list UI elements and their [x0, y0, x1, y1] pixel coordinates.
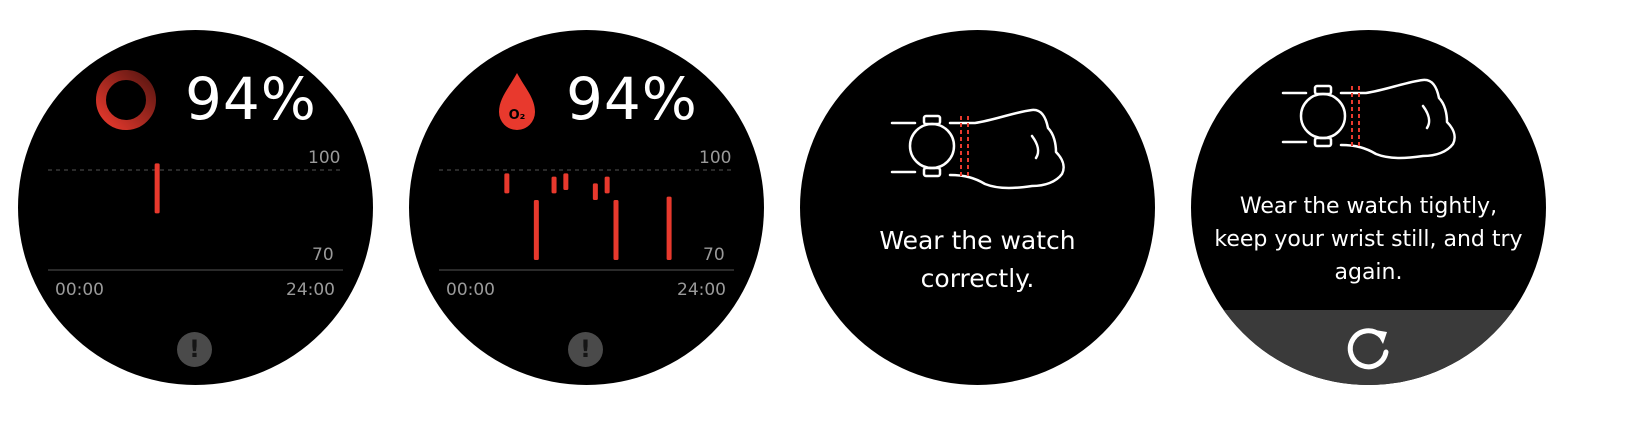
time-start-label: 00:00: [55, 280, 104, 300]
instruction-message: Wear the watch correctly.: [879, 226, 1076, 293]
refresh-icon: [1347, 328, 1389, 370]
retry-button[interactable]: [1191, 310, 1546, 385]
o2-label: O₂: [509, 108, 526, 123]
spo2-bar: [551, 176, 557, 194]
spo2-bar: [613, 200, 619, 260]
spo2-value: 94%: [566, 65, 698, 133]
retry-screen: Wear the watch tightly, keep your wrist …: [1191, 30, 1546, 385]
wear-instruction-screen: Wear the watch correctly.: [800, 30, 1155, 385]
info-button[interactable]: !: [177, 332, 212, 367]
retry-message: Wear the watch tightly, keep your wrist …: [1214, 194, 1523, 285]
time-end-label: 24:00: [677, 280, 726, 300]
axis-max-label: 100: [308, 148, 341, 168]
info-button[interactable]: !: [568, 332, 603, 367]
spo2-result-screen: 94% 100 70 00:00 24:00 !: [18, 30, 373, 385]
spo2-bar: [533, 200, 539, 260]
time-start-label: 00:00: [446, 280, 495, 300]
axis-max-label: 100: [699, 148, 732, 168]
spo2-bar: [666, 196, 672, 260]
spo2-history-screen: O₂ 94% 100 70 00:00 24:00 !: [409, 30, 764, 385]
spo2-bar: [154, 163, 160, 214]
spo2-bar: [604, 176, 610, 194]
wrist-watch-icon: [890, 108, 1065, 190]
time-end-label: 24:00: [286, 280, 335, 300]
spo2-bar: [504, 173, 510, 194]
spo2-bar: [592, 183, 598, 200]
progress-ring-icon: [96, 70, 156, 130]
spo2-value: 94%: [185, 65, 317, 133]
axis-min-label: 70: [703, 245, 725, 265]
spo2-bar: [563, 173, 569, 190]
axis-min-label: 70: [312, 245, 334, 265]
blood-drop-icon: O₂: [499, 73, 535, 130]
